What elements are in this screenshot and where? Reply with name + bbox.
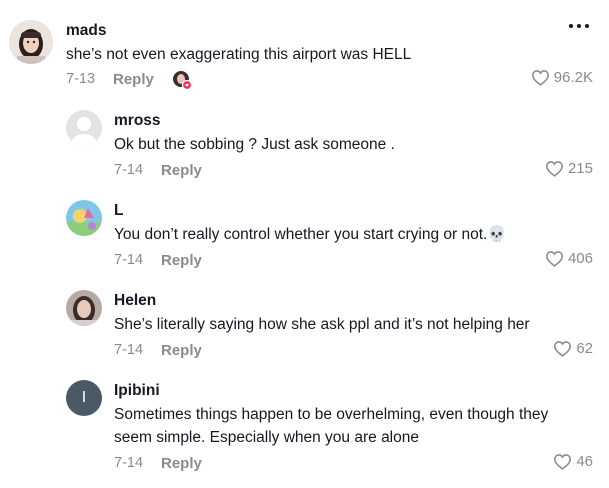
comment-text: You don’t really control whether you sta… (114, 223, 574, 246)
like-button[interactable]: 215 (545, 160, 593, 177)
heart-outline-icon (545, 161, 563, 177)
like-count: 62 (576, 340, 593, 357)
like-count: 96.2K (553, 69, 593, 86)
heart-outline-icon (531, 70, 549, 86)
comment-date: 7-14 (114, 342, 144, 358)
skull-emoji: 💀 (487, 225, 507, 243)
username[interactable]: mross (114, 112, 161, 130)
reply-button[interactable]: Reply (113, 71, 154, 88)
creator-liked-badge-icon (172, 70, 193, 91)
comment-text: Sometimes things happen to be overhelmin… (114, 406, 549, 446)
comment-text-body: You don’t really control whether you sta… (114, 226, 488, 243)
comment-text: Ok but the sobbing ? Just ask someone . (114, 136, 395, 153)
avatar-l[interactable] (66, 200, 102, 236)
comment-text: She’s literally saying how she ask ppl a… (114, 316, 530, 333)
username[interactable]: L (114, 202, 123, 220)
username[interactable]: Helen (114, 292, 156, 310)
more-options-icon[interactable] (569, 24, 589, 28)
like-count: 406 (567, 250, 593, 267)
like-button[interactable]: 406 (545, 250, 593, 267)
username[interactable]: mads (66, 22, 107, 40)
reply-button[interactable]: Reply (161, 455, 202, 472)
heart-outline-icon (554, 454, 572, 470)
comment-date: 7-14 (114, 162, 144, 178)
avatar-mross[interactable] (66, 110, 102, 146)
avatar-ipibini[interactable]: I (66, 380, 102, 416)
reply-button[interactable]: Reply (161, 342, 202, 359)
reply-button[interactable]: Reply (161, 252, 202, 269)
like-button[interactable]: 46 (553, 453, 593, 470)
avatar-helen[interactable] (66, 290, 102, 326)
reply-button[interactable]: Reply (161, 162, 202, 179)
avatar-initial: I (81, 389, 87, 406)
comment-date: 7-14 (114, 455, 144, 471)
heart-outline-icon (554, 341, 572, 357)
heart-outline-icon (545, 251, 563, 267)
like-count: 215 (567, 160, 593, 177)
comment-date: 7-14 (114, 252, 144, 268)
like-count: 46 (576, 453, 593, 470)
comment-text: she’s not even exaggerating this airport… (66, 46, 412, 63)
like-button[interactable]: 96.2K (531, 69, 593, 86)
comment-date: 7-13 (66, 71, 96, 87)
username[interactable]: Ipibini (114, 382, 160, 400)
avatar-mads[interactable] (9, 20, 53, 64)
like-button[interactable]: 62 (553, 340, 593, 357)
